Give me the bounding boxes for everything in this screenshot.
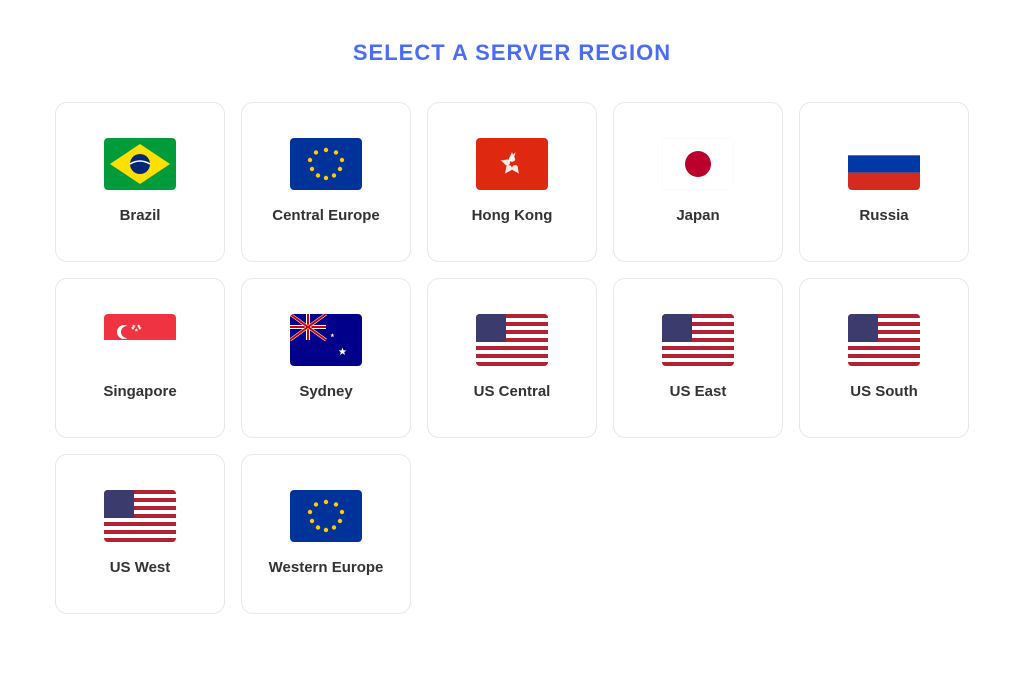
region-label-us-south: US South [850,382,918,402]
region-label-us-west: US West [110,558,171,578]
region-card-singapore[interactable]: Singapore [55,278,225,438]
flag-hong-kong [476,138,548,190]
region-label-brazil: Brazil [120,206,161,226]
region-card-brazil[interactable]: Brazil [55,102,225,262]
region-label-hong-kong: Hong Kong [472,206,553,226]
flag-us-west [104,490,176,542]
flag-russia [848,138,920,190]
page-title: SELECT A SERVER REGION [353,40,671,66]
flag-sydney [290,314,362,366]
region-label-us-east: US East [670,382,727,402]
region-card-us-east[interactable]: US East [613,278,783,438]
flag-western-europe [290,490,362,542]
region-card-us-south[interactable]: US South [799,278,969,438]
region-card-japan[interactable]: Japan [613,102,783,262]
region-label-russia: Russia [859,206,908,226]
region-card-sydney[interactable]: Sydney [241,278,411,438]
region-card-us-west[interactable]: US West [55,454,225,614]
region-label-singapore: Singapore [103,382,176,402]
region-card-central-europe[interactable]: Central Europe [241,102,411,262]
region-label-japan: Japan [676,206,719,226]
region-card-us-central[interactable]: US Central [427,278,597,438]
flag-central-europe [290,138,362,190]
region-label-us-central: US Central [474,382,551,402]
region-card-hong-kong[interactable]: Hong Kong [427,102,597,262]
region-grid: Brazil Central Europe [55,102,969,614]
region-label-central-europe: Central Europe [272,206,380,226]
flag-us-central [476,314,548,366]
region-label-western-europe: Western Europe [269,558,384,578]
flag-japan [662,138,734,190]
flag-singapore [104,314,176,366]
flag-us-east [662,314,734,366]
flag-brazil [104,138,176,190]
region-card-western-europe[interactable]: Western Europe [241,454,411,614]
region-label-sydney: Sydney [299,382,352,402]
flag-us-south [848,314,920,366]
region-card-russia[interactable]: Russia [799,102,969,262]
